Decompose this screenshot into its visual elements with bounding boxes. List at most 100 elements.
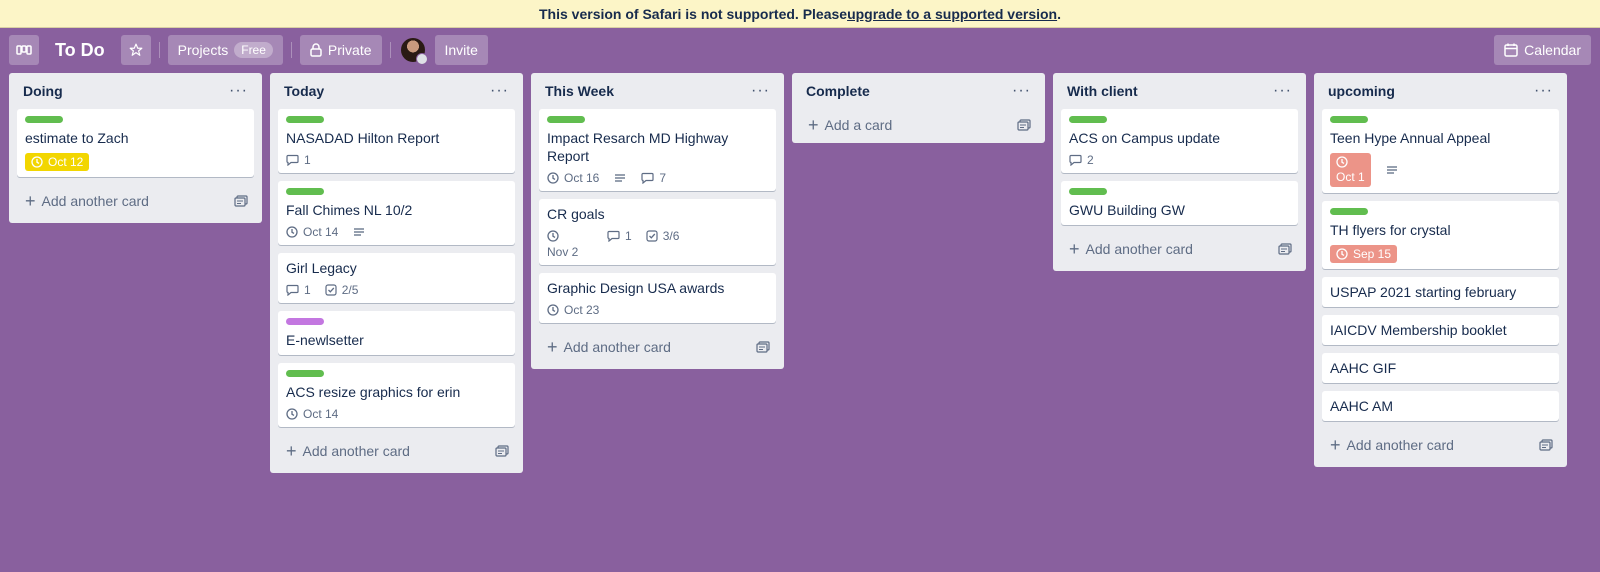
invite-button[interactable]: Invite — [434, 35, 488, 65]
upgrade-link[interactable]: upgrade to a supported version — [847, 6, 1057, 22]
comment-icon — [286, 154, 299, 166]
card[interactable]: Impact Resarch MD Highway Report Oct 16 7 — [539, 109, 776, 191]
list-title[interactable]: Doing — [23, 83, 63, 99]
card-badges: Oct 14 — [286, 225, 507, 239]
card[interactable]: Graphic Design USA awards Oct 23 — [539, 273, 776, 323]
card[interactable]: ACS on Campus update 2 — [1061, 109, 1298, 173]
card-template-icon[interactable] — [1539, 439, 1553, 451]
card[interactable]: Fall Chimes NL 10/2 Oct 14 — [278, 181, 515, 245]
card[interactable]: E-newlsetter — [278, 311, 515, 355]
due-date-badge[interactable] — [547, 230, 559, 242]
header-divider — [158, 42, 160, 58]
board-icon — [16, 45, 32, 55]
card-title: USPAP 2021 starting february — [1330, 284, 1517, 300]
list-menu-icon[interactable]: ··· — [490, 83, 509, 99]
list-title[interactable]: Today — [284, 83, 324, 99]
comment-icon — [607, 230, 620, 242]
checklist-badge: 3/6 — [646, 229, 679, 243]
star-button[interactable] — [120, 35, 151, 65]
add-card-button[interactable]: + Add another card — [1069, 240, 1193, 258]
board-title[interactable]: To Do — [47, 40, 113, 61]
description-badge — [1385, 164, 1399, 176]
clock-icon — [286, 226, 298, 238]
due-date-badge[interactable]: Oct 16 — [547, 171, 599, 185]
card-label-green — [1069, 116, 1107, 123]
plus-icon: + — [286, 441, 297, 461]
board-menu-button[interactable] — [9, 35, 39, 65]
checklist-icon — [646, 230, 658, 242]
calendar-icon — [1504, 43, 1518, 57]
card[interactable]: NASADAD Hilton Report 1 — [278, 109, 515, 173]
add-card-label: Add another card — [41, 193, 149, 209]
list-title[interactable]: Complete — [806, 83, 870, 99]
due-date-badge[interactable]: Sep 15 — [1330, 245, 1398, 263]
list-this-week: This Week ··· Impact Resarch MD Highway Re… — [531, 73, 784, 369]
card-badges: 1 2/5 — [286, 283, 507, 297]
calendar-button[interactable]: Calendar — [1494, 35, 1591, 65]
banner-suffix: . — [1057, 5, 1061, 22]
list-title[interactable]: With client — [1067, 83, 1138, 99]
due-date-text: Oct 23 — [564, 303, 600, 317]
header-divider — [389, 42, 391, 58]
card[interactable]: ACS resize graphics for erin Oct 14 — [278, 363, 515, 427]
card[interactable]: estimate to Zach Oct 12 — [17, 109, 254, 177]
card-badges: Oct 1 — [1330, 153, 1551, 187]
add-card-row: + Add another card — [1322, 429, 1559, 461]
list-complete: Complete ··· + Add a card — [792, 73, 1045, 143]
card[interactable]: IAICDV Membership booklet — [1322, 315, 1559, 345]
card-label-green — [286, 370, 324, 377]
card-template-icon[interactable] — [1017, 119, 1031, 131]
card-label-purple — [286, 318, 324, 325]
list-header: Today ··· — [278, 73, 515, 109]
add-card-button[interactable]: + Add another card — [25, 192, 149, 210]
card[interactable]: CR goals 1 3/6 Nov 2 — [539, 199, 776, 265]
due-date-badge[interactable]: Oct 23 — [547, 303, 599, 317]
due-date-text: Oct 12 — [48, 155, 84, 169]
plus-icon: + — [808, 115, 819, 135]
due-date-badge[interactable]: Oct 14 — [286, 407, 338, 421]
card-template-icon[interactable] — [1278, 243, 1292, 255]
list-menu-icon[interactable]: ··· — [1273, 83, 1292, 99]
card-template-icon[interactable] — [495, 445, 509, 457]
list-menu-icon[interactable]: ··· — [751, 83, 770, 99]
card-template-icon[interactable] — [234, 195, 248, 207]
list-header: upcoming ··· — [1322, 73, 1559, 109]
add-card-button[interactable]: + Add a card — [808, 116, 892, 134]
description-icon — [613, 172, 627, 184]
add-card-row: + Add a card — [800, 109, 1037, 141]
board-lists: Doing ··· estimate to Zach Oct 12 + Add anoth… — [9, 73, 1567, 473]
due-date-badge[interactable]: Oct 14 — [286, 225, 338, 239]
card-template-icon[interactable] — [756, 341, 770, 353]
star-icon — [129, 43, 143, 56]
privacy-button[interactable]: Private — [299, 35, 382, 65]
card[interactable]: AAHC GIF — [1322, 353, 1559, 383]
list-menu-icon[interactable]: ··· — [1534, 83, 1553, 99]
due-date-badge[interactable]: Oct 1 — [1330, 153, 1371, 187]
add-card-button[interactable]: + Add another card — [286, 442, 410, 460]
add-card-button[interactable]: + Add another card — [1330, 436, 1454, 454]
card[interactable]: TH flyers for crystal Sep 15 — [1322, 201, 1559, 269]
card-title: ACS on Campus update — [1069, 130, 1220, 146]
card-label-green — [286, 188, 324, 195]
add-card-button[interactable]: + Add another card — [547, 338, 671, 356]
list-title[interactable]: upcoming — [1328, 83, 1395, 99]
plus-icon: + — [1330, 435, 1341, 455]
card[interactable]: Teen Hype Annual Appeal Oct 1 — [1322, 109, 1559, 193]
list-menu-icon[interactable]: ··· — [1012, 83, 1031, 99]
unsupported-browser-banner: This version of Safari is not supported.… — [0, 0, 1600, 28]
plus-icon: + — [1069, 239, 1080, 259]
list-header: With client ··· — [1061, 73, 1298, 109]
description-badge — [352, 226, 366, 238]
card-title: GWU Building GW — [1069, 202, 1185, 218]
card[interactable]: AAHC AM — [1322, 391, 1559, 421]
projects-button[interactable]: Projects Free — [167, 35, 283, 65]
card-title: Impact Resarch MD Highway Report — [547, 130, 729, 164]
due-date-badge[interactable]: Oct 12 — [25, 153, 90, 171]
card[interactable]: Girl Legacy 1 2/5 — [278, 253, 515, 303]
card[interactable]: GWU Building GW — [1061, 181, 1298, 225]
member-avatar[interactable] — [398, 36, 428, 65]
list-title[interactable]: This Week — [545, 83, 614, 99]
card-title: NASADAD Hilton Report — [286, 130, 440, 146]
card[interactable]: USPAP 2021 starting february — [1322, 277, 1559, 307]
list-menu-icon[interactable]: ··· — [229, 83, 248, 99]
